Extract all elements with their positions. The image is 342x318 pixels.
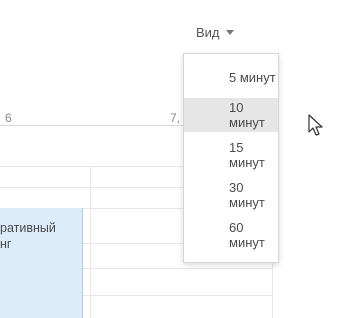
menu-item-60-min[interactable]: 60 минут xyxy=(184,218,278,252)
caret-down-icon xyxy=(225,30,234,35)
day-header-7: 7, xyxy=(170,111,181,125)
menu-item-15-min[interactable]: 15 минут xyxy=(184,138,278,172)
view-dropdown-button[interactable]: Вид xyxy=(184,18,246,46)
menu-item-label: 30 минут xyxy=(229,180,265,210)
menu-item-5-min[interactable]: 5 минут xyxy=(184,60,278,94)
day-header-6: 6 xyxy=(5,111,12,125)
menu-item-label: 15 минут xyxy=(229,140,265,170)
grid-column-line xyxy=(90,166,91,318)
menu-item-label: 60 минут xyxy=(229,220,265,250)
view-button-label: Вид xyxy=(196,24,220,40)
menu-item-30-min[interactable]: 30 минут xyxy=(184,178,278,212)
menu-item-label: 10 минут xyxy=(229,100,265,130)
event-title-line-2: нг xyxy=(0,237,12,251)
arrow-cursor-icon xyxy=(308,114,323,136)
calendar-event[interactable]: ративный нг xyxy=(0,208,83,318)
event-title-line-1: ративный xyxy=(0,221,56,235)
menu-item-10-min[interactable]: 10 минут xyxy=(184,98,278,132)
view-dropdown-menu: 5 минут 10 минут 15 минут 30 минут 60 ми… xyxy=(183,53,279,263)
menu-item-label: 5 минут xyxy=(229,69,276,85)
